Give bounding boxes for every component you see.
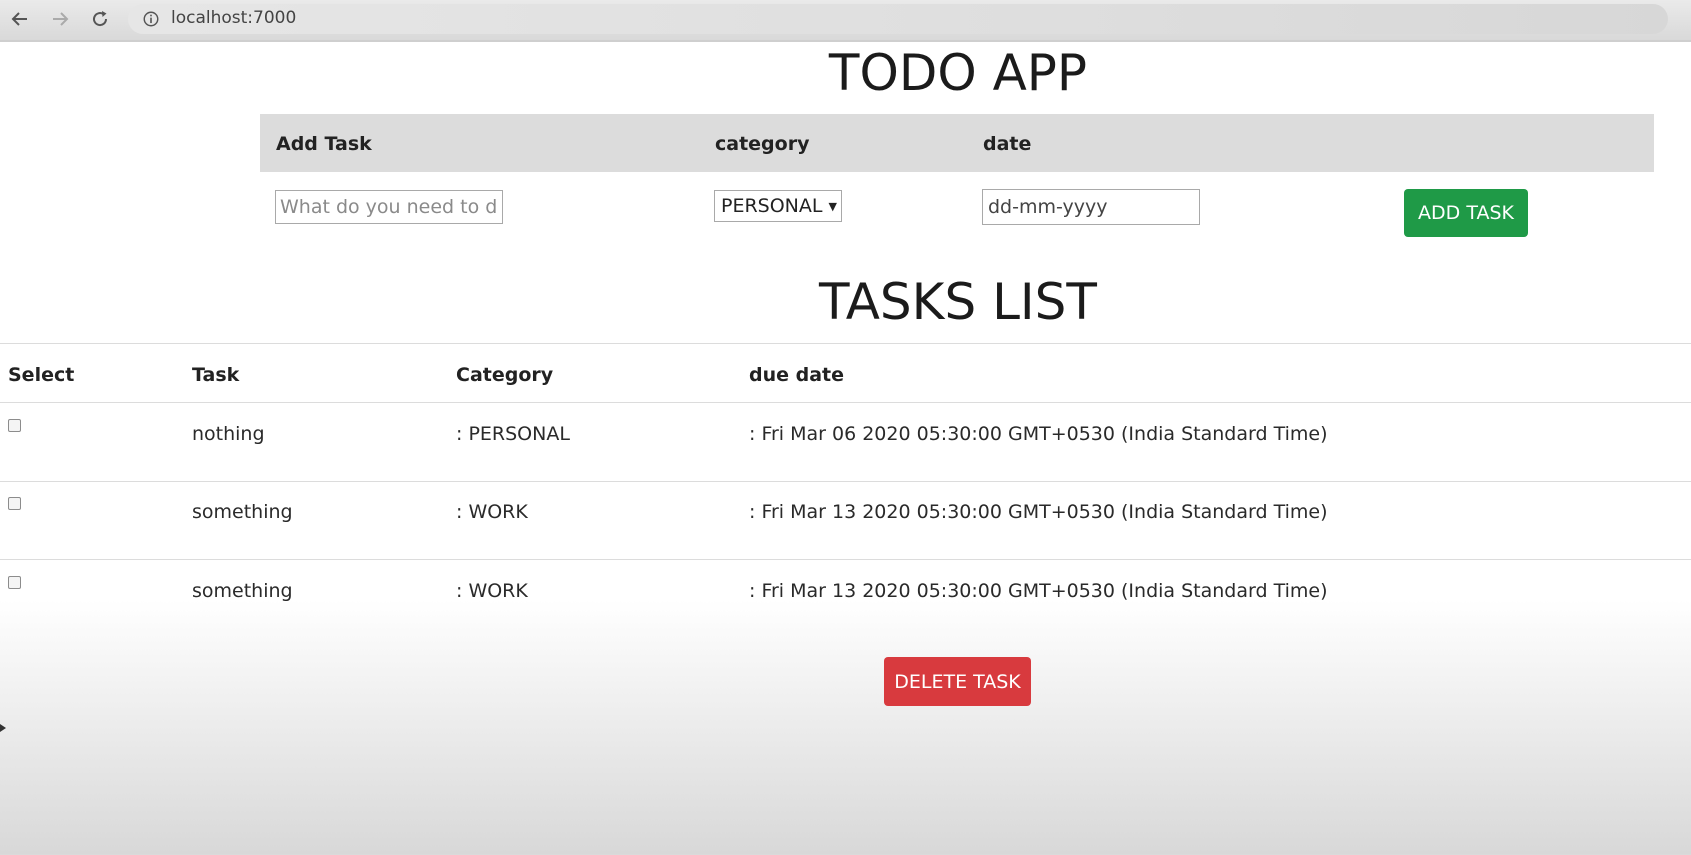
date-placeholder: dd-mm-yyyy (988, 196, 1108, 218)
add-task-header: Add Task (276, 133, 372, 155)
page-title: TODO APP (828, 44, 1088, 102)
row-task: something (192, 580, 293, 602)
row-divider (0, 559, 1691, 560)
add-task-button[interactable]: ADD TASK (1404, 189, 1528, 237)
due-date-column-header: due date (749, 364, 845, 386)
row-select-checkbox[interactable] (8, 419, 21, 432)
category-column-header: Category (456, 364, 554, 386)
category-select[interactable]: PERSONAL ▼ (714, 190, 842, 222)
reload-icon[interactable] (87, 6, 113, 32)
task-column-header: Task (192, 364, 240, 386)
row-due-date: : Fri Mar 13 2020 05:30:00 GMT+0530 (Ind… (749, 580, 1328, 602)
delete-task-button[interactable]: DELETE TASK (884, 657, 1031, 706)
back-arrow-icon[interactable] (7, 6, 33, 32)
address-bar[interactable] (128, 4, 1668, 34)
tasks-list-heading: TASKS LIST (819, 273, 1097, 331)
row-task: nothing (192, 423, 265, 445)
task-input[interactable] (275, 190, 503, 224)
add-form-header (260, 114, 1654, 172)
row-due-date: : Fri Mar 06 2020 05:30:00 GMT+0530 (Ind… (749, 423, 1328, 445)
forward-arrow-icon[interactable] (47, 6, 73, 32)
divider (0, 343, 1691, 344)
row-task: something (192, 501, 293, 523)
row-select-checkbox[interactable] (8, 497, 21, 510)
dropdown-arrow-icon: ▼ (828, 199, 837, 213)
row-select-checkbox[interactable] (8, 576, 21, 589)
category-header: category (715, 133, 810, 155)
row-category: : PERSONAL (456, 423, 570, 445)
row-category: : WORK (456, 580, 528, 602)
date-input[interactable]: dd-mm-yyyy (982, 189, 1200, 225)
row-due-date: : Fri Mar 13 2020 05:30:00 GMT+0530 (Ind… (749, 501, 1328, 523)
select-column-header: Select (8, 364, 75, 386)
url-text[interactable]: localhost:7000 (171, 8, 296, 28)
row-divider (0, 481, 1691, 482)
info-icon[interactable] (141, 9, 161, 29)
mouse-cursor-icon (0, 717, 6, 732)
category-selected-value: PERSONAL (721, 195, 823, 217)
date-header: date (983, 133, 1032, 155)
row-category: : WORK (456, 501, 528, 523)
divider (0, 402, 1691, 403)
